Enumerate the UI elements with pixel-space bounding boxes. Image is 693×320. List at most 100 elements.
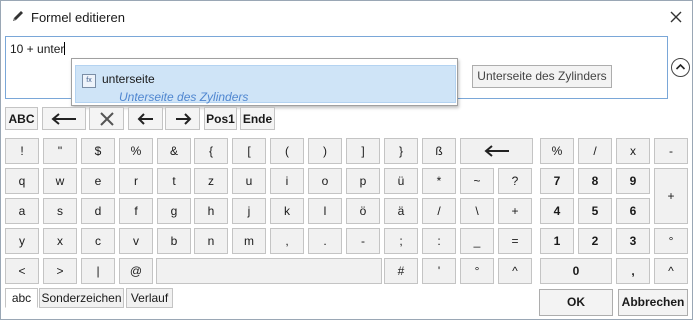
key-row4-5[interactable]: n <box>194 228 228 254</box>
key-row4-1[interactable]: x <box>43 228 77 254</box>
key-row5-1[interactable]: > <box>43 258 77 284</box>
function-hint-button[interactable]: Unterseite des Zylinders <box>472 65 612 88</box>
key-row2-2[interactable]: e <box>81 168 115 194</box>
key-row3-0[interactable]: a <box>5 198 39 224</box>
key-row1-11[interactable]: ß <box>422 138 456 164</box>
key-row4-11[interactable]: : <box>422 228 456 254</box>
numpad-plus-key[interactable]: + <box>654 168 688 224</box>
numpad-comma-key[interactable]: , <box>616 258 650 284</box>
numpad-digit-2[interactable]: 2 <box>578 228 612 254</box>
key-row2-9[interactable]: p <box>346 168 380 194</box>
abc-mode-button[interactable]: ABC <box>5 107 38 130</box>
backspace-arrow-icon[interactable] <box>42 107 86 130</box>
numpad-digit-0[interactable]: 0 <box>540 258 612 284</box>
backspace-arrow-icon[interactable] <box>460 138 533 164</box>
end-button[interactable]: Ende <box>240 107 275 130</box>
key-row2-11[interactable]: * <box>422 168 456 194</box>
key-row5-right-0[interactable]: # <box>384 258 418 284</box>
key-row3-4[interactable]: g <box>157 198 191 224</box>
key-row2-13[interactable]: ? <box>498 168 532 194</box>
key-row5-right-3[interactable]: ^ <box>498 258 532 284</box>
key-row4-0[interactable]: y <box>5 228 39 254</box>
numpad-digit-5[interactable]: 5 <box>578 198 612 224</box>
key-row3-11[interactable]: / <box>422 198 456 224</box>
numpad-op-0[interactable]: % <box>540 138 574 164</box>
key-row5-2[interactable]: | <box>81 258 115 284</box>
key-row1-1[interactable]: " <box>43 138 77 164</box>
key-row3-8[interactable]: l <box>308 198 342 224</box>
key-row4-6[interactable]: m <box>232 228 266 254</box>
numpad-digit-4[interactable]: 4 <box>540 198 574 224</box>
key-row4-4[interactable]: b <box>157 228 191 254</box>
key-row2-4[interactable]: t <box>157 168 191 194</box>
key-row3-1[interactable]: s <box>43 198 77 224</box>
numpad-op-1[interactable]: / <box>578 138 612 164</box>
numpad-op-2[interactable]: x <box>616 138 650 164</box>
numpad-op-3[interactable]: - <box>654 138 688 164</box>
key-row1-10[interactable]: } <box>384 138 418 164</box>
key-row4-9[interactable]: - <box>346 228 380 254</box>
cancel-button[interactable]: Abbrechen <box>618 289 688 316</box>
chevron-up-circle-icon[interactable] <box>671 58 690 77</box>
key-row2-8[interactable]: o <box>308 168 342 194</box>
key-row2-3[interactable]: r <box>119 168 153 194</box>
key-row3-13[interactable]: + <box>498 198 532 224</box>
numpad-digit-3[interactable]: 3 <box>616 228 650 254</box>
title-bar: Formel editieren <box>1 1 692 33</box>
numpad-digit-6[interactable]: 6 <box>616 198 650 224</box>
key-row1-8[interactable]: ) <box>308 138 342 164</box>
key-row1-9[interactable]: ] <box>346 138 380 164</box>
key-row3-5[interactable]: h <box>194 198 228 224</box>
clear-x-icon[interactable] <box>89 107 124 130</box>
key-row5-3[interactable]: @ <box>119 258 153 284</box>
key-row1-7[interactable]: ( <box>270 138 304 164</box>
key-row3-12[interactable]: \ <box>460 198 494 224</box>
key-row3-7[interactable]: k <box>270 198 304 224</box>
autocomplete-item[interactable]: fx unterseite Unterseite des Zylinders <box>75 65 456 104</box>
right-arrow-icon[interactable] <box>165 107 200 130</box>
numpad-digit-7[interactable]: 7 <box>540 168 574 194</box>
key-row4-12[interactable]: _ <box>460 228 494 254</box>
key-row4-7[interactable]: , <box>270 228 304 254</box>
numpad-digit-8[interactable]: 8 <box>578 168 612 194</box>
numpad-degree-key[interactable]: ° <box>654 228 688 254</box>
key-row4-2[interactable]: c <box>81 228 115 254</box>
key-row2-10[interactable]: ü <box>384 168 418 194</box>
space-key[interactable] <box>156 258 382 284</box>
key-row1-5[interactable]: { <box>194 138 228 164</box>
numpad-digit-9[interactable]: 9 <box>616 168 650 194</box>
key-row1-2[interactable]: $ <box>81 138 115 164</box>
pos1-button[interactable]: Pos1 <box>204 107 237 130</box>
numpad-caret-key[interactable]: ^ <box>654 258 688 284</box>
tab-sonderzeichen[interactable]: Sonderzeichen <box>39 288 124 308</box>
key-row5-0[interactable]: < <box>5 258 39 284</box>
close-icon[interactable] <box>665 7 687 27</box>
key-row3-2[interactable]: d <box>81 198 115 224</box>
left-arrow-icon[interactable] <box>128 107 163 130</box>
key-row3-10[interactable]: ä <box>384 198 418 224</box>
key-row2-6[interactable]: u <box>232 168 266 194</box>
key-row1-6[interactable]: [ <box>232 138 266 164</box>
key-row4-8[interactable]: . <box>308 228 342 254</box>
key-row3-6[interactable]: j <box>232 198 266 224</box>
key-row2-0[interactable]: q <box>5 168 39 194</box>
key-row2-1[interactable]: w <box>43 168 77 194</box>
key-row4-13[interactable]: = <box>498 228 532 254</box>
ok-button[interactable]: OK <box>539 289 613 316</box>
key-row1-3[interactable]: % <box>119 138 153 164</box>
numpad-digit-1[interactable]: 1 <box>540 228 574 254</box>
key-row5-right-2[interactable]: ° <box>460 258 494 284</box>
key-row3-3[interactable]: f <box>119 198 153 224</box>
key-row1-4[interactable]: & <box>157 138 191 164</box>
tab-verlauf[interactable]: Verlauf <box>126 288 173 308</box>
key-row4-3[interactable]: v <box>119 228 153 254</box>
key-row2-7[interactable]: i <box>270 168 304 194</box>
key-row1-0[interactable]: ! <box>5 138 39 164</box>
key-row4-10[interactable]: ; <box>384 228 418 254</box>
key-row2-12[interactable]: ~ <box>460 168 494 194</box>
tab-abc[interactable]: abc <box>5 288 38 308</box>
key-row5-right-1[interactable]: ' <box>422 258 456 284</box>
formula-dialog: Formel editieren 1 0 + u n t er Unterseite d… <box>0 0 693 320</box>
key-row2-5[interactable]: z <box>194 168 228 194</box>
key-row3-9[interactable]: ö <box>346 198 380 224</box>
